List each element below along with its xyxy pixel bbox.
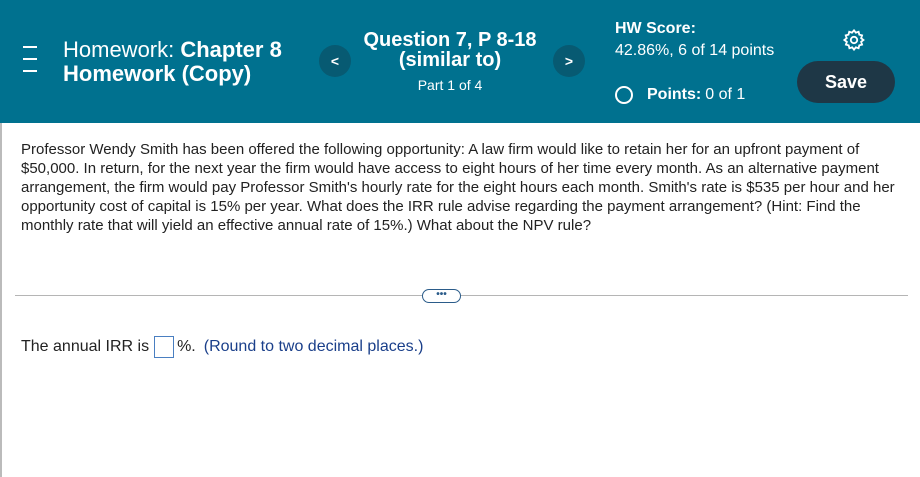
question-info: Question 7, P 8-18 (similar to) Part 1 o… (360, 30, 540, 93)
points-circle-icon (615, 86, 633, 104)
chevron-left-icon: < (330, 53, 340, 69)
homework-title-prefix: Homework: (63, 37, 181, 62)
previous-question-button[interactable]: < (319, 45, 351, 77)
top-header: Homework: Chapter 8 Homework (Copy) < Qu… (0, 0, 920, 123)
homework-title: Homework: Chapter 8 Homework (Copy) (63, 38, 282, 86)
answer-prefix: The annual IRR is (21, 338, 150, 355)
section-divider (15, 295, 908, 296)
gear-icon[interactable] (842, 28, 865, 52)
hamburger-menu-icon[interactable] (22, 46, 38, 72)
answer-unit: %. (177, 338, 196, 355)
answer-row: The annual IRR is %. (Round to two decim… (21, 336, 423, 358)
question-points: Points: 0 of 1 (615, 86, 745, 104)
homework-title-name: Homework (Copy) (63, 61, 252, 86)
rounding-hint: (Round to two decimal places.) (203, 338, 424, 355)
points-label: Points: (647, 86, 702, 103)
points-value: 0 of 1 (705, 86, 746, 103)
irr-answer-input[interactable] (154, 336, 175, 358)
question-part: Part 1 of 4 (417, 77, 483, 93)
left-edge-scrollbar (0, 123, 2, 477)
question-text: Professor Wendy Smith has been offered t… (21, 141, 895, 234)
hw-score-value: 42.86%, 6 of 14 points (615, 42, 775, 59)
hw-score-label: HW Score: (615, 20, 696, 37)
question-title: Question 7, P 8-18 (similar to) (363, 29, 537, 71)
hw-score: HW Score: 42.86%, 6 of 14 points (615, 18, 785, 62)
chevron-right-icon: > (564, 53, 574, 69)
show-more-button[interactable]: ••• (422, 289, 461, 303)
next-question-button[interactable]: > (553, 45, 585, 77)
save-button[interactable]: Save (797, 61, 895, 103)
homework-title-chapter: Chapter 8 (180, 37, 282, 62)
